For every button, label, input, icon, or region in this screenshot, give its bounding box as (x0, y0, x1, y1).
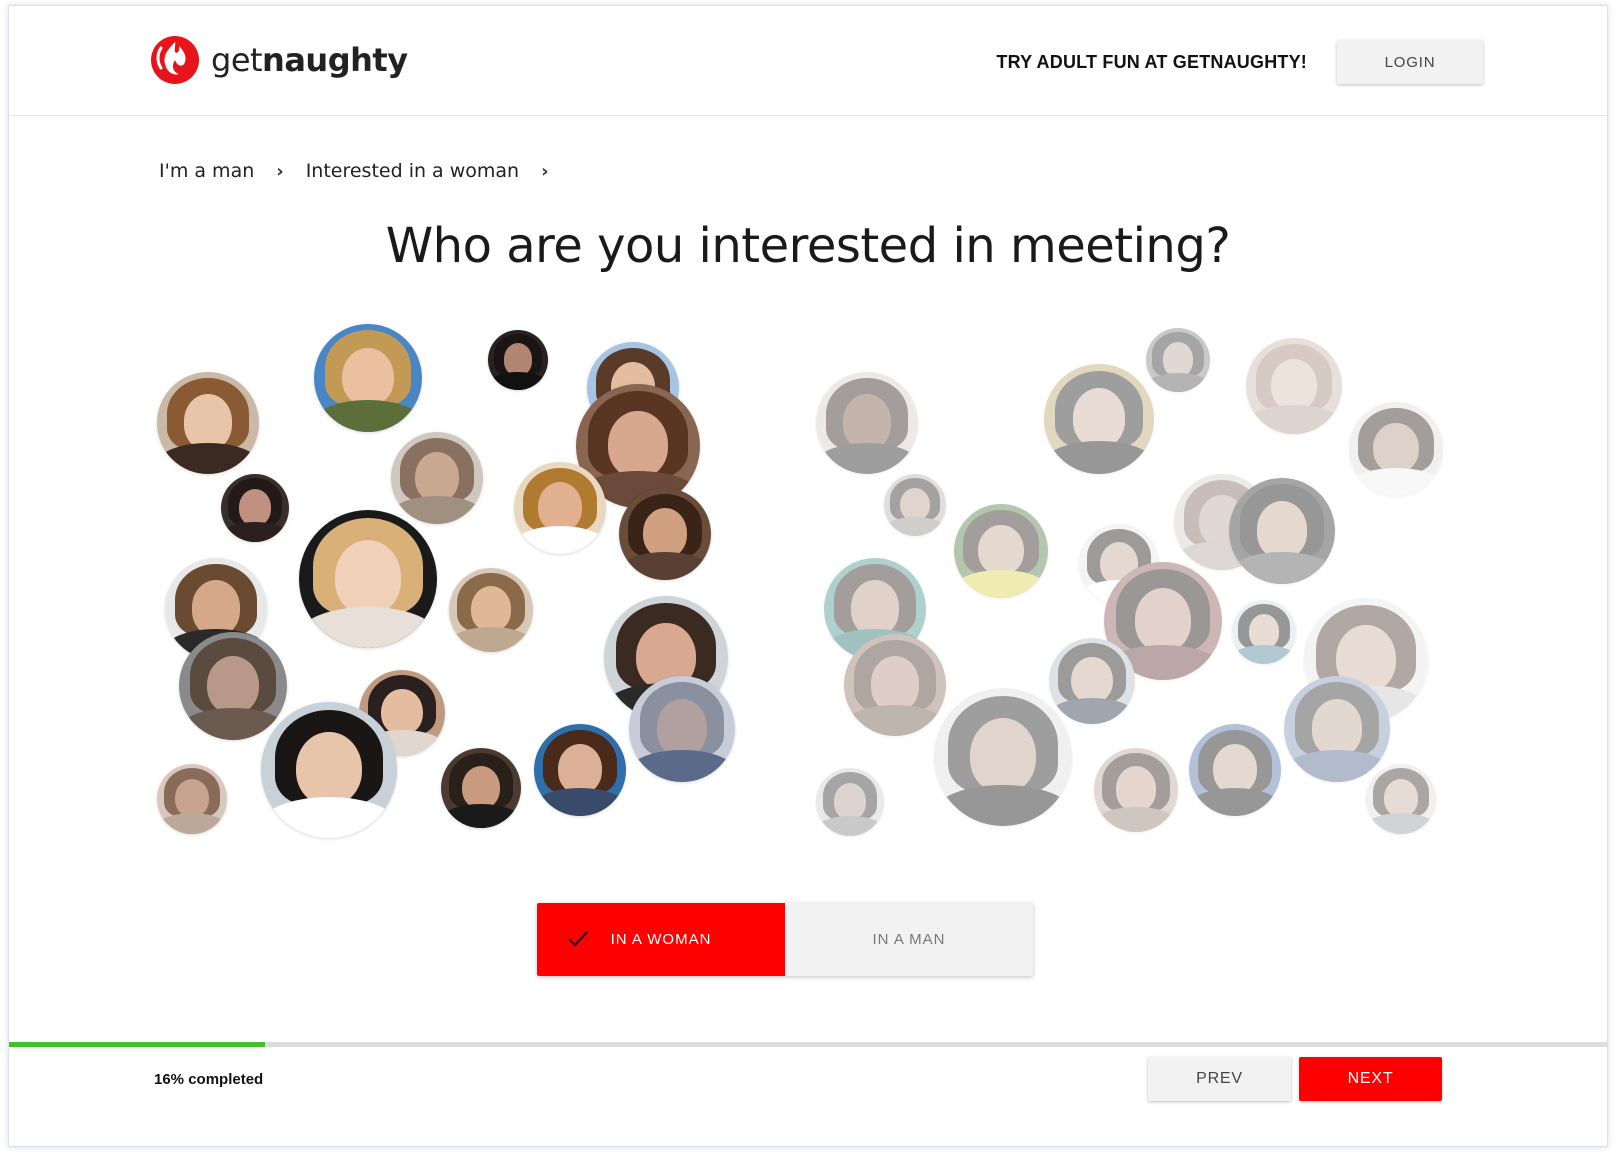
profile-photo (619, 488, 711, 580)
profile-photo (1049, 638, 1135, 724)
profile-photo (629, 676, 735, 782)
profile-photo (816, 768, 884, 836)
progress-bar-fill (9, 1042, 265, 1047)
progress-label: 16% completed (154, 1071, 264, 1088)
profile-photo (844, 634, 946, 736)
breadcrumb-item-gender[interactable]: I'm a man (159, 160, 254, 182)
logo[interactable]: getnaughty (149, 34, 408, 86)
app-frame: getnaughty TRY ADULT FUN AT GETNAUGHTY! … (8, 5, 1608, 1147)
breadcrumb: I'm a man › Interested in a woman › (159, 160, 571, 182)
women-photo-cluster[interactable] (149, 316, 749, 856)
login-button[interactable]: LOGIN (1337, 40, 1483, 84)
page-title: Who are you interested in meeting? (385, 218, 1231, 274)
site-header: getnaughty TRY ADULT FUN AT GETNAUGHTY! … (9, 6, 1607, 116)
profile-photo (1284, 676, 1390, 782)
profile-photo (488, 330, 548, 390)
profile-photo (179, 632, 287, 740)
profile-photo (1246, 338, 1342, 434)
header-tagline: TRY ADULT FUN AT GETNAUGHTY! (996, 52, 1307, 72)
profile-photo (934, 688, 1072, 826)
progress-bar (9, 1042, 1607, 1047)
breadcrumb-item-interest[interactable]: Interested in a woman (306, 160, 519, 182)
profile-photo (299, 510, 437, 648)
profile-photo (157, 372, 259, 474)
gender-choice-toggle: IN A WOMAN IN A MAN (537, 903, 1033, 976)
profile-photo (261, 702, 397, 838)
profile-photo (1229, 478, 1335, 584)
profile-photo (816, 372, 918, 474)
chevron-right-icon: › (541, 160, 549, 182)
profile-photo (391, 432, 483, 524)
men-photo-cluster[interactable] (804, 316, 1454, 856)
profile-photo (1349, 402, 1443, 496)
profile-photo (1189, 724, 1281, 816)
prev-button[interactable]: PREV (1148, 1057, 1291, 1101)
profile-photo (157, 764, 227, 834)
profile-photo (441, 748, 521, 828)
chevron-right-icon: › (276, 160, 284, 182)
flame-logo-icon (151, 36, 199, 84)
profile-photo (314, 324, 422, 432)
profile-photo (1094, 748, 1178, 832)
checkmark-icon (568, 931, 588, 947)
next-button[interactable]: NEXT (1299, 1057, 1442, 1101)
option-woman-button[interactable]: IN A WOMAN (537, 903, 785, 976)
profile-photo (514, 462, 606, 554)
profile-photo (1044, 364, 1154, 474)
profile-photo (221, 474, 289, 542)
logo-wordmark: getnaughty (211, 41, 408, 79)
option-man-label: IN A MAN (872, 931, 946, 948)
profile-photo (534, 724, 626, 816)
profile-photo (884, 474, 946, 536)
profile-photo (1366, 764, 1436, 834)
option-man-button[interactable]: IN A MAN (785, 903, 1033, 976)
profile-photo (1146, 328, 1210, 392)
option-woman-label: IN A WOMAN (610, 931, 712, 948)
profile-photo (1232, 600, 1296, 664)
profile-photo (449, 568, 533, 652)
profile-photo (954, 504, 1048, 598)
